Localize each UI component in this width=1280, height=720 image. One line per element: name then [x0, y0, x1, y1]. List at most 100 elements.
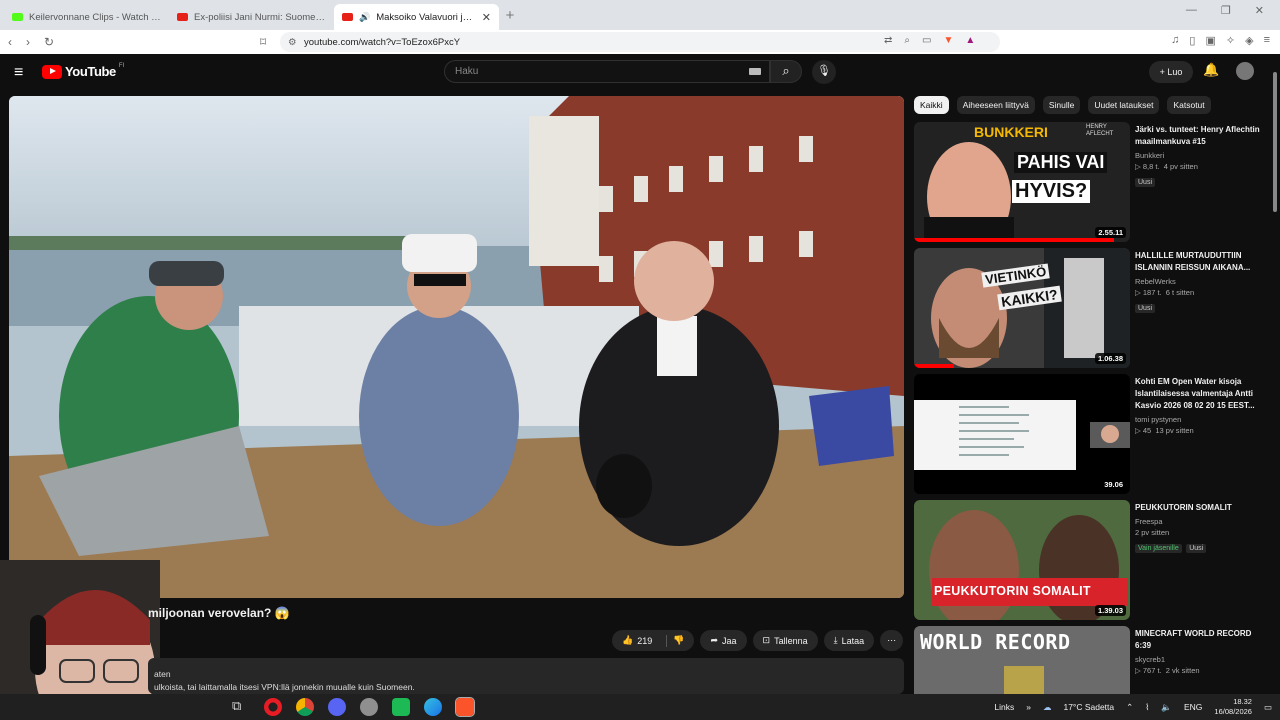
- voice-search-button[interactable]: 🎙: [812, 60, 836, 84]
- video-thumbnail[interactable]: VIETINKÖ KAIKKI? 1.06.38: [914, 248, 1130, 368]
- back-icon[interactable]: ‹: [8, 35, 12, 49]
- create-label: Luo: [1167, 67, 1183, 77]
- channel-name[interactable]: RebelWerks: [1135, 277, 1265, 286]
- thumbnail-text: HENRY AFLECHT: [1086, 124, 1114, 137]
- discord-icon[interactable]: [328, 698, 346, 716]
- language-indicator[interactable]: ENG: [1184, 702, 1202, 712]
- forward-icon[interactable]: ›: [26, 35, 30, 49]
- chip-for-you[interactable]: Sinulle: [1042, 96, 1081, 114]
- recommended-video[interactable]: BUNKKERI HENRY AFLECHT PAHIS VAI HYVIS? …: [914, 122, 1274, 242]
- links-toolbar[interactable]: Links: [994, 702, 1014, 712]
- upload-age: 2 pv sitten: [1135, 528, 1170, 537]
- chip-recent[interactable]: Uudet lataukset: [1088, 96, 1160, 114]
- opera-icon[interactable]: [264, 698, 282, 716]
- account-avatar[interactable]: [1236, 62, 1254, 80]
- close-tab-icon[interactable]: ✕: [482, 11, 491, 24]
- chip-related[interactable]: Aiheeseen liittyvä: [956, 96, 1035, 114]
- app-icon[interactable]: [360, 698, 378, 716]
- like-button[interactable]: 👍 219 👎: [612, 630, 695, 651]
- menu-icon[interactable]: ≡: [1264, 34, 1270, 47]
- video-thumbnail[interactable]: BUNKKERI HENRY AFLECHT PAHIS VAI HYVIS? …: [914, 122, 1130, 242]
- video-thumbnail[interactable]: 39.06: [914, 374, 1130, 494]
- filter-chips: Kaikki Aiheeseen liittyvä Sinulle Uudet …: [914, 96, 1211, 114]
- recommended-video[interactable]: PEUKKUTORIN SOMALIT 1.39.03 PEUKKUTORIN …: [914, 500, 1274, 620]
- sidebar-icon[interactable]: ▯: [1189, 34, 1195, 47]
- channel-name[interactable]: Freespa: [1135, 517, 1265, 526]
- wallet-icon[interactable]: ▣: [1205, 34, 1215, 47]
- video-thumbnail[interactable]: PEUKKUTORIN SOMALIT 1.39.03: [914, 500, 1130, 620]
- edge-icon[interactable]: [424, 698, 442, 716]
- upload-age: 6 t sitten: [1165, 288, 1195, 297]
- video-title: Kohti EM Open Water kisoja Islantilaises…: [1135, 377, 1255, 410]
- vpn-icon[interactable]: ◈: [1245, 34, 1253, 47]
- notification-icon[interactable]: ▭: [1264, 702, 1272, 713]
- brave-icon[interactable]: [455, 697, 475, 717]
- search-input[interactable]: Haku: [444, 60, 770, 83]
- download-button[interactable]: ⤓ Lataa: [823, 630, 875, 651]
- upload-age: 2 vk sitten: [1165, 666, 1200, 675]
- notifications-bell-icon[interactable]: 🔔: [1203, 62, 1219, 78]
- video-title: PEUKKUTORIN SOMALIT: [1135, 503, 1232, 512]
- browser-tab[interactable]: Keilervonnane Clips - Watch Live on Kick: [4, 4, 169, 30]
- channel-name[interactable]: tomi pystynen: [1135, 415, 1265, 424]
- like-count: 219: [637, 635, 653, 646]
- chrome-icon[interactable]: [296, 698, 314, 716]
- weather-text[interactable]: 17°C Sadetta: [1063, 702, 1114, 712]
- save-button[interactable]: ⊡ Tallenna: [752, 630, 818, 651]
- leo-icon[interactable]: ✧: [1226, 34, 1235, 47]
- browser-tab-active[interactable]: 🔊 Maksoiko Valavuori just miljoonan vero…: [334, 4, 499, 30]
- tray-overflow-icon[interactable]: ⌃: [1126, 702, 1133, 713]
- video-meta: ▷ 187 t. 6 t sitten: [1135, 288, 1195, 297]
- maximize-icon[interactable]: ❐: [1221, 4, 1231, 17]
- thumbs-down-icon[interactable]: 👎: [673, 635, 684, 646]
- scrollbar-thumb[interactable]: [1273, 72, 1277, 212]
- new-tab-button[interactable]: +: [499, 4, 521, 30]
- share-icon: ➦: [710, 635, 719, 645]
- chip-all[interactable]: Kaikki: [914, 96, 949, 114]
- create-button[interactable]: + Luo: [1149, 61, 1193, 83]
- channel-name[interactable]: skycreb1: [1135, 655, 1265, 664]
- cast-icon[interactable]: ▭: [922, 35, 931, 46]
- more-actions-button[interactable]: ⋯: [880, 630, 904, 651]
- tab-title: Keilervonnane Clips - Watch Live on Kick: [29, 11, 161, 23]
- browser-tab[interactable]: Ex-poliisi Jani Nurmi: Suomen poliisi: [169, 4, 334, 30]
- recommended-video[interactable]: 39.06 Kohti EM Open Water kisoja Islanti…: [914, 374, 1274, 494]
- translate-icon[interactable]: ⇄: [884, 35, 892, 46]
- obs-icon[interactable]: [392, 698, 410, 716]
- minimize-icon[interactable]: —: [1186, 4, 1197, 17]
- share-button[interactable]: ➦ Jaa: [700, 630, 747, 651]
- site-info-icon[interactable]: ⚙: [288, 37, 297, 48]
- close-window-icon[interactable]: ✕: [1255, 4, 1264, 17]
- chip-watched[interactable]: Katsotut: [1167, 96, 1211, 114]
- brave-rewards-icon[interactable]: ▲: [965, 35, 975, 46]
- bookmark-icon[interactable]: ⌑: [260, 35, 266, 49]
- network-icon[interactable]: ⌇: [1145, 702, 1149, 713]
- youtube-logo[interactable]: YouTube FI: [42, 62, 125, 79]
- country-code: FI: [118, 62, 125, 69]
- video-player[interactable]: [9, 96, 904, 598]
- video-meta: ▷ 45 13 pv sitten: [1135, 426, 1194, 435]
- reload-icon[interactable]: ↻: [44, 35, 54, 49]
- task-view-icon[interactable]: ⧉: [232, 698, 250, 716]
- download-label: Lataa: [841, 635, 865, 646]
- thumbnail-text: PAHIS VAI: [1014, 152, 1108, 173]
- volume-icon[interactable]: 🔈: [1161, 702, 1172, 713]
- channel-name[interactable]: Bunkkeri: [1135, 151, 1265, 160]
- music-icon[interactable]: ♫: [1171, 34, 1179, 47]
- chevron-icon[interactable]: »: [1026, 702, 1031, 712]
- upload-age: 13 pv sitten: [1155, 426, 1194, 435]
- hamburger-menu-icon[interactable]: ≡: [14, 64, 23, 82]
- keyboard-icon[interactable]: [749, 68, 761, 75]
- recommended-video[interactable]: WORLD RECORD MINECRAFT WORLD RECORD 6:39…: [914, 626, 1274, 694]
- save-label: Tallenna: [774, 635, 808, 646]
- search-button[interactable]: ⌕: [770, 60, 802, 83]
- video-description[interactable]: aten ulkoista, tai laittamalla itsesi VP…: [148, 658, 904, 694]
- video-thumbnail[interactable]: WORLD RECORD: [914, 626, 1130, 694]
- zoom-icon[interactable]: ⌕: [904, 35, 910, 46]
- brave-shields-icon[interactable]: ▼: [943, 35, 953, 46]
- clock[interactable]: 18.32 16/08/2026: [1214, 697, 1252, 717]
- speaker-icon[interactable]: 🔊: [359, 12, 370, 23]
- youtube-play-icon: [42, 64, 62, 79]
- recommended-video[interactable]: VIETINKÖ KAIKKI? 1.06.38 HALLILLE MURTAU…: [914, 248, 1274, 368]
- page-scrollbar[interactable]: [1272, 60, 1278, 690]
